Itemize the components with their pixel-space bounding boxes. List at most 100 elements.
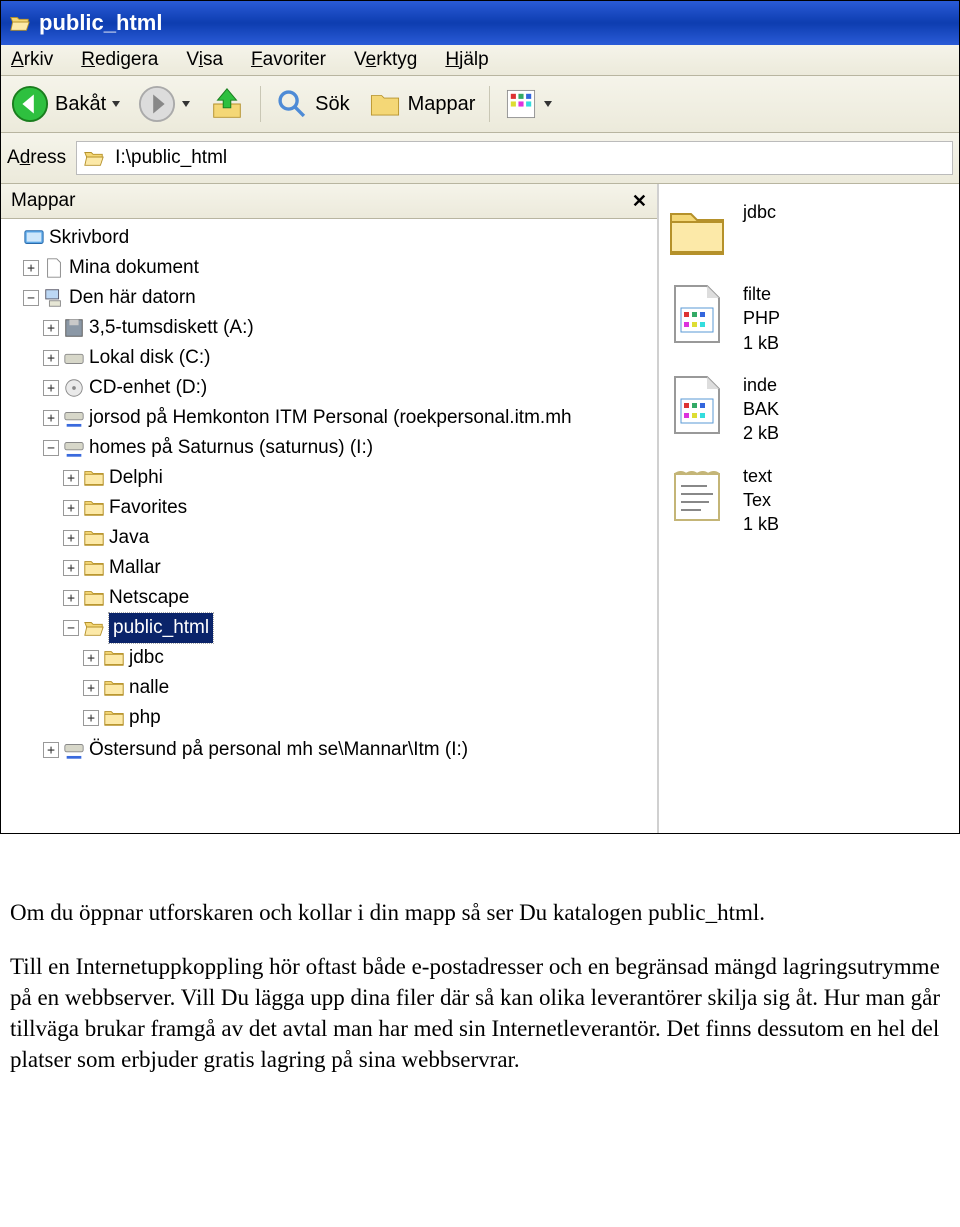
expand-icon[interactable]: + (23, 260, 39, 276)
tree-delphi[interactable]: + Delphi (63, 463, 655, 493)
expand-icon[interactable]: + (63, 500, 79, 516)
title-folder-icon (9, 12, 31, 34)
search-button[interactable]: Sök (271, 85, 353, 123)
collapse-icon[interactable]: − (43, 440, 59, 456)
file-meta: jdbc (743, 200, 776, 224)
tree-floppy[interactable]: + 3,5-tumsdiskett (A:) (43, 313, 655, 343)
tree-jdbc[interactable]: + jdbc (83, 643, 655, 673)
cd-icon (63, 377, 85, 399)
file-list[interactable]: jdbc filte PHP 1 kB inde BAK 2 kB (659, 184, 959, 833)
address-label: Adress (7, 147, 66, 169)
folders-button[interactable]: Mappar (364, 85, 480, 123)
tree-nalle-label: nalle (129, 674, 169, 703)
views-dropdown-icon[interactable] (544, 101, 552, 107)
menu-hjalp[interactable]: Hjälp (441, 47, 492, 73)
tree-netdrive2[interactable]: − homes på Saturnus (saturnus) (I:) (43, 433, 655, 463)
expand-icon[interactable]: + (63, 590, 79, 606)
tree-netscape-label: Netscape (109, 584, 189, 613)
file-size: 2 kB (743, 421, 779, 445)
menu-redigera[interactable]: Redigera (77, 47, 162, 73)
up-button[interactable] (204, 83, 250, 125)
file-meta: filte PHP 1 kB (743, 282, 780, 355)
folder-tree[interactable]: Skrivbord + Mina dokument − Den här dato… (1, 219, 657, 833)
folder-icon (103, 647, 125, 669)
views-icon (504, 87, 538, 121)
expand-icon[interactable]: + (83, 710, 99, 726)
address-bar: Adress I:\public_html (1, 133, 959, 184)
menu-visa[interactable]: Visa (182, 47, 227, 73)
content-area: Mappar ✕ Skrivbord + Mina dokument − (1, 184, 959, 833)
file-meta: text Tex 1 kB (743, 464, 779, 537)
tree-cd-label: CD-enhet (D:) (89, 374, 207, 403)
tree-java[interactable]: + Java (63, 523, 655, 553)
tree-netdrive1[interactable]: + jorsod på Hemkonton ITM Personal (roek… (43, 403, 655, 433)
tree-php[interactable]: + php (83, 703, 655, 733)
document-text: Om du öppnar utforskaren och kollar i di… (0, 834, 960, 1108)
menu-favoriter[interactable]: Favoriter (247, 47, 330, 73)
file-item-filter[interactable]: filte PHP 1 kB (665, 282, 953, 355)
expand-icon[interactable]: + (63, 560, 79, 576)
folders-icon (368, 87, 402, 121)
file-item-jdbc[interactable]: jdbc (665, 200, 953, 264)
file-type: Tex (743, 488, 779, 512)
expand-icon[interactable]: + (43, 380, 59, 396)
file-item-text[interactable]: text Tex 1 kB (665, 464, 953, 537)
forward-button[interactable] (134, 83, 194, 125)
expand-icon[interactable]: + (83, 650, 99, 666)
collapse-icon[interactable]: − (23, 290, 39, 306)
file-name: text (743, 464, 779, 488)
toolbar-separator (260, 86, 261, 122)
tree-mallar[interactable]: + Mallar (63, 553, 655, 583)
address-value: I:\public_html (115, 147, 227, 169)
forward-dropdown-icon[interactable] (182, 101, 190, 107)
folder-icon (83, 527, 105, 549)
address-field[interactable]: I:\public_html (76, 141, 953, 175)
expand-icon[interactable]: + (63, 470, 79, 486)
views-button[interactable] (500, 85, 556, 123)
explorer-window: public_html Arkiv Redigera Visa Favorite… (0, 0, 960, 834)
folder-panel-title: Mappar (11, 190, 75, 212)
menu-bar: Arkiv Redigera Visa Favoriter Verktyg Hj… (1, 45, 959, 76)
tree-favorites-label: Favorites (109, 494, 187, 523)
back-button[interactable]: Bakåt (7, 83, 124, 125)
tree-cutoff[interactable]: + Östersund på personal mh se\Mannar\Itm… (43, 735, 655, 765)
drive-icon (63, 347, 85, 369)
tree-favorites[interactable]: + Favorites (63, 493, 655, 523)
expand-icon[interactable]: + (43, 410, 59, 426)
back-dropdown-icon[interactable] (112, 101, 120, 107)
expand-icon[interactable]: + (43, 320, 59, 336)
folder-panel: Mappar ✕ Skrivbord + Mina dokument − (1, 184, 659, 833)
tree-cd[interactable]: + CD-enhet (D:) (43, 373, 655, 403)
docs-icon (43, 257, 65, 279)
tree-local[interactable]: + Lokal disk (C:) (43, 343, 655, 373)
folders-label: Mappar (408, 93, 476, 116)
textfile-icon (665, 464, 729, 528)
expand-icon[interactable]: + (43, 742, 59, 758)
file-name: jdbc (743, 200, 776, 224)
up-icon (208, 85, 246, 123)
file-type: PHP (743, 306, 780, 330)
close-panel-button[interactable]: ✕ (632, 191, 647, 212)
tree-netdrive1-label: jorsod på Hemkonton ITM Personal (roekpe… (89, 404, 572, 433)
tree-mycomputer[interactable]: − Den här datorn (23, 283, 655, 313)
file-icon (665, 373, 729, 437)
tree-netdrive2-label: homes på Saturnus (saturnus) (I:) (89, 434, 373, 463)
tree-desktop-label: Skrivbord (49, 224, 129, 253)
tree-netscape[interactable]: + Netscape (63, 583, 655, 613)
tree-desktop[interactable]: Skrivbord (3, 223, 655, 253)
file-size: 1 kB (743, 512, 779, 536)
title-bar[interactable]: public_html (1, 1, 959, 45)
expand-icon[interactable]: + (83, 680, 99, 696)
tree-mydocs[interactable]: + Mina dokument (23, 253, 655, 283)
tree-public-html[interactable]: − public_html (63, 613, 655, 643)
file-item-index[interactable]: inde BAK 2 kB (665, 373, 953, 446)
menu-arkiv[interactable]: Arkiv (7, 47, 57, 73)
floppy-icon (63, 317, 85, 339)
expand-icon[interactable]: + (63, 530, 79, 546)
expand-icon[interactable]: + (43, 350, 59, 366)
netdrive-icon (63, 437, 85, 459)
address-folder-icon (83, 147, 105, 169)
collapse-icon[interactable]: − (63, 620, 79, 636)
tree-nalle[interactable]: + nalle (83, 673, 655, 703)
menu-verktyg[interactable]: Verktyg (350, 47, 421, 73)
